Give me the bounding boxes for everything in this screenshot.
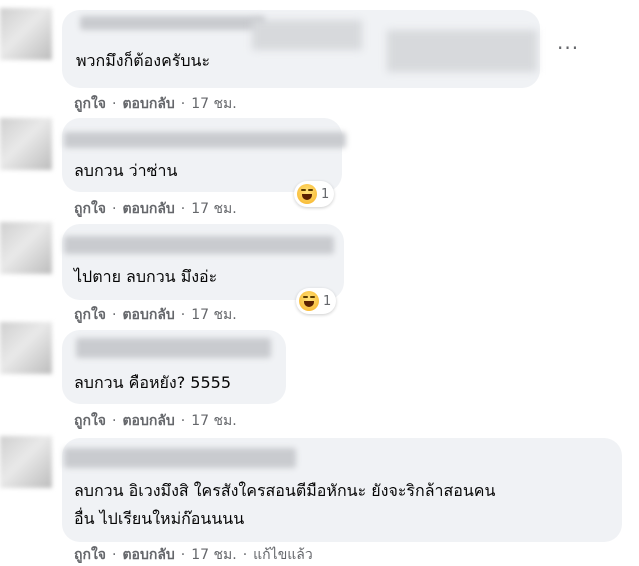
comment-text: ไปตาย ลบกวน มึงอ่ะ bbox=[74, 267, 218, 286]
author-name-blurred[interactable] bbox=[80, 16, 265, 30]
comment-text: ลบกวน ว่าซ่าน bbox=[74, 161, 178, 180]
timestamp[interactable]: 17 ชม. bbox=[191, 413, 236, 429]
comment-text-line-1: ลบกวน อิเวงมึงสิ ใครสังใครสอนตีมือหักนะ … bbox=[74, 481, 496, 500]
edited-label[interactable]: แก้ไขแล้ว bbox=[253, 547, 313, 563]
comment-actions: ถูกใจ · ตอบกลับ · 17 ชม. bbox=[74, 198, 237, 220]
avatar[interactable] bbox=[0, 222, 52, 274]
author-name-blurred[interactable] bbox=[64, 236, 334, 254]
blurred-content bbox=[252, 20, 362, 50]
timestamp[interactable]: 17 ชม. bbox=[191, 201, 236, 217]
separator: · bbox=[112, 307, 117, 323]
separator: · bbox=[112, 201, 117, 217]
separator: · bbox=[180, 547, 186, 563]
comment-bubble: ลบกวน คือหยัง? 5555 bbox=[62, 330, 286, 404]
reply-button[interactable]: ตอบกลับ bbox=[122, 201, 174, 217]
avatar[interactable] bbox=[0, 322, 52, 374]
comment-text: พวกมึงก็ต้องครับนะ bbox=[76, 51, 211, 70]
separator: · bbox=[112, 547, 117, 563]
reply-button[interactable]: ตอบกลับ bbox=[122, 307, 174, 323]
separator: · bbox=[180, 413, 186, 429]
comment-bubble: ลบกวน อิเวงมึงสิ ใครสังใครสอนตีมือหักนะ … bbox=[62, 438, 622, 542]
comment-bubble: พวกมึงก็ต้องครับนะ bbox=[62, 10, 540, 88]
comment-bubble: ลบกวน ว่าซ่าน bbox=[62, 118, 346, 192]
separator: · bbox=[242, 547, 248, 563]
avatar[interactable] bbox=[0, 436, 52, 488]
separator: · bbox=[180, 201, 186, 217]
avatar[interactable] bbox=[0, 118, 52, 170]
timestamp[interactable]: 17 ชม. bbox=[191, 96, 236, 112]
comment-text-line-2: อื่น ไปเรียนใหม่ก๊อนนนน bbox=[74, 509, 245, 528]
more-options-icon[interactable]: ··· bbox=[557, 36, 579, 60]
separator: · bbox=[112, 413, 117, 429]
like-button[interactable]: ถูกใจ bbox=[74, 413, 106, 429]
like-button[interactable]: ถูกใจ bbox=[74, 547, 106, 563]
like-button[interactable]: ถูกใจ bbox=[74, 307, 106, 323]
like-button[interactable]: ถูกใจ bbox=[74, 96, 106, 112]
comment-actions: ถูกใจ · ตอบกลับ · 17 ชม. · แก้ไขแล้ว bbox=[74, 544, 313, 566]
haha-icon bbox=[299, 291, 319, 311]
reply-button[interactable]: ตอบกลับ bbox=[122, 413, 174, 429]
separator: · bbox=[180, 96, 186, 112]
separator: · bbox=[112, 96, 117, 112]
blurred-content bbox=[387, 30, 537, 72]
author-name-blurred[interactable] bbox=[64, 132, 346, 148]
like-button[interactable]: ถูกใจ bbox=[74, 201, 106, 217]
timestamp[interactable]: 17 ชม. bbox=[191, 547, 236, 563]
avatar[interactable] bbox=[0, 8, 52, 60]
reply-button[interactable]: ตอบกลับ bbox=[122, 547, 174, 563]
comment-actions: ถูกใจ · ตอบกลับ · 17 ชม. bbox=[74, 304, 237, 326]
reaction-number: 1 bbox=[321, 186, 330, 202]
reaction-count[interactable]: 1 bbox=[296, 288, 337, 314]
reaction-number: 1 bbox=[323, 293, 332, 309]
author-name-blurred[interactable] bbox=[64, 448, 296, 468]
comment-actions: ถูกใจ · ตอบกลับ · 17 ชม. bbox=[74, 410, 237, 432]
author-name-blurred[interactable] bbox=[76, 338, 271, 358]
separator: · bbox=[180, 307, 186, 323]
timestamp[interactable]: 17 ชม. bbox=[191, 307, 236, 323]
comment-actions: ถูกใจ · ตอบกลับ · 17 ชม. bbox=[74, 93, 237, 115]
comment-bubble: ไปตาย ลบกวน มึงอ่ะ bbox=[62, 224, 344, 300]
comment-text: ลบกวน คือหยัง? 5555 bbox=[74, 373, 231, 392]
haha-icon bbox=[297, 184, 317, 204]
reply-button[interactable]: ตอบกลับ bbox=[122, 96, 174, 112]
reaction-count[interactable]: 1 bbox=[294, 181, 335, 207]
